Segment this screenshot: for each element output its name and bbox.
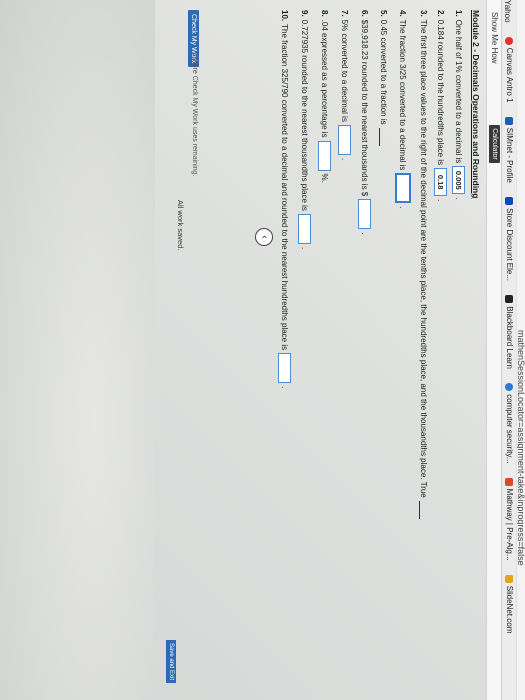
question-10: 10. The fraction 325/790 converted to a … <box>278 10 291 388</box>
question-suffix: . <box>360 232 369 235</box>
blackboard-icon <box>505 295 513 304</box>
bookmark-slidenet[interactable]: SlideNet.com <box>502 574 516 634</box>
question-text: 0.727935 rounded to the nearest thousand… <box>300 19 309 211</box>
answer-field-10[interactable] <box>278 353 291 384</box>
question-9: 9. 0.727935 rounded to the nearest thous… <box>298 10 311 249</box>
question-suffix: . <box>436 199 445 202</box>
answer-field-7[interactable] <box>338 124 351 155</box>
question-number: 6. <box>360 10 369 17</box>
bookmark-label: Store Discount Ele... <box>505 208 514 282</box>
rotated-screen: mathenSessionLocator=assignment-take&inp… <box>0 0 525 700</box>
answer-field-9[interactable] <box>298 213 311 244</box>
question-7: 7. 5% converted to a decimal is . <box>338 10 351 160</box>
question-number: 5. <box>379 10 389 17</box>
simnet-icon <box>505 116 513 125</box>
bookmark-yahoo[interactable]: Yahoo <box>501 0 514 23</box>
bookmark-simnet[interactable]: SIMnet - Profile <box>502 116 516 183</box>
question-text: The fraction 3/25 converted to a decimal… <box>398 19 408 171</box>
bookmark-label: Canvas Antro 1 <box>505 47 514 103</box>
question-number: 10. <box>280 10 289 22</box>
assignment-content: Module 2 - Decimals Operations and Round… <box>0 0 485 700</box>
question-suffix: %. <box>320 173 329 183</box>
question-text: .04 expressed as a percentage is <box>320 19 329 138</box>
question-text: 5% converted to a decimal is <box>340 19 349 122</box>
bookmark-blackboard[interactable]: Blackboard Learn <box>502 295 516 369</box>
bestbuy-icon <box>505 197 513 206</box>
question-number: 3. <box>419 10 429 17</box>
calculator-button[interactable]: Calculator <box>489 125 500 163</box>
question-number: 8. <box>320 10 329 17</box>
question-3: 3. The first three place values to the r… <box>419 10 429 519</box>
chevron-left-icon[interactable]: ‹ <box>255 228 273 246</box>
question-number: 2. <box>436 10 445 17</box>
assignment-toolbar: Show Me How Calculator <box>486 0 501 700</box>
bookmark-label: computer security... <box>505 394 514 464</box>
canvas-icon <box>505 36 513 45</box>
answer-field-6[interactable] <box>358 199 371 230</box>
bookmark-canvas[interactable]: Canvas Antro 1 <box>502 36 516 103</box>
question-6: 6. $39,918.23 rounded to the nearest tho… <box>358 10 371 234</box>
bookmark-label: Blackboard Learn <box>505 306 514 369</box>
question-text: 0.184 rounded to the hundredths place is <box>436 19 445 166</box>
bookmark-label: SlideNet.com <box>505 585 514 634</box>
bookmarks-bar: Yahoo Canvas Antro 1 SIMnet - Profile St… <box>501 0 516 700</box>
answer-field-8[interactable] <box>318 140 331 171</box>
bookmark-computer-security[interactable]: computer security... <box>502 383 516 463</box>
question-4: 4. The fraction 3/25 converted to a deci… <box>395 10 411 209</box>
question-text: The first three place values to the righ… <box>419 19 429 498</box>
question-suffix: . <box>300 246 309 250</box>
question-number: 9. <box>300 10 309 17</box>
mathway-icon <box>505 477 513 486</box>
answer-field-4[interactable] <box>395 173 411 204</box>
save-status: All work saved. <box>176 200 185 251</box>
bookmark-store[interactable]: Store Discount Ele... <box>502 197 516 281</box>
question-5: 5. 0.45 converted to a fraction is <box>379 10 389 146</box>
question-text: 0.45 converted to a fraction is <box>379 19 389 125</box>
question-number: 1. <box>454 10 463 17</box>
module-title: Module 2 - Decimals Operations and Round… <box>471 10 481 199</box>
question-1: 1. One half of 1% converted to a decimal… <box>452 10 465 200</box>
question-suffix: . <box>340 157 349 161</box>
question-text: One half of 1% converted to a decimal is <box>454 19 463 164</box>
question-text: The fraction 325/790 converted to a deci… <box>280 24 289 351</box>
check-my-work-note: 5 more Check My Work uses remaining. <box>191 52 198 177</box>
save-and-exit-button[interactable]: Save and Exit <box>166 640 176 684</box>
empty-page-area <box>0 0 155 700</box>
question-suffix: . <box>280 386 289 389</box>
question-number: 4. <box>398 10 408 17</box>
answer-field-1[interactable]: 0.005 <box>452 166 465 195</box>
slidenet-icon <box>505 574 513 583</box>
show-me-how-link[interactable]: Show Me How <box>490 12 499 64</box>
question-suffix: . <box>454 197 463 200</box>
true-false-select[interactable] <box>419 500 429 519</box>
question-2: 2. 0.184 rounded to the hundredths place… <box>434 10 447 201</box>
question-text: $39,918.23 rounded to the nearest thousa… <box>360 19 369 197</box>
url-text: mathenSessionLocator=assignment-take&inp… <box>517 330 525 566</box>
answer-field-2[interactable]: 0.18 <box>434 168 447 197</box>
search-icon <box>505 383 513 392</box>
question-8: 8. .04 expressed as a percentage is %. <box>318 10 331 183</box>
address-bar[interactable]: mathenSessionLocator=assignment-take&inp… <box>517 0 525 700</box>
bookmark-mathway[interactable]: Mathway | Pre-Alg... <box>502 477 516 561</box>
bookmark-label: SIMnet - Profile <box>505 127 514 183</box>
question-suffix: . <box>398 206 408 209</box>
bookmark-label: Yahoo <box>503 0 512 23</box>
bookmark-label: Mathway | Pre-Alg... <box>505 488 514 561</box>
question-number: 7. <box>340 10 349 17</box>
fraction-select[interactable] <box>379 127 389 146</box>
